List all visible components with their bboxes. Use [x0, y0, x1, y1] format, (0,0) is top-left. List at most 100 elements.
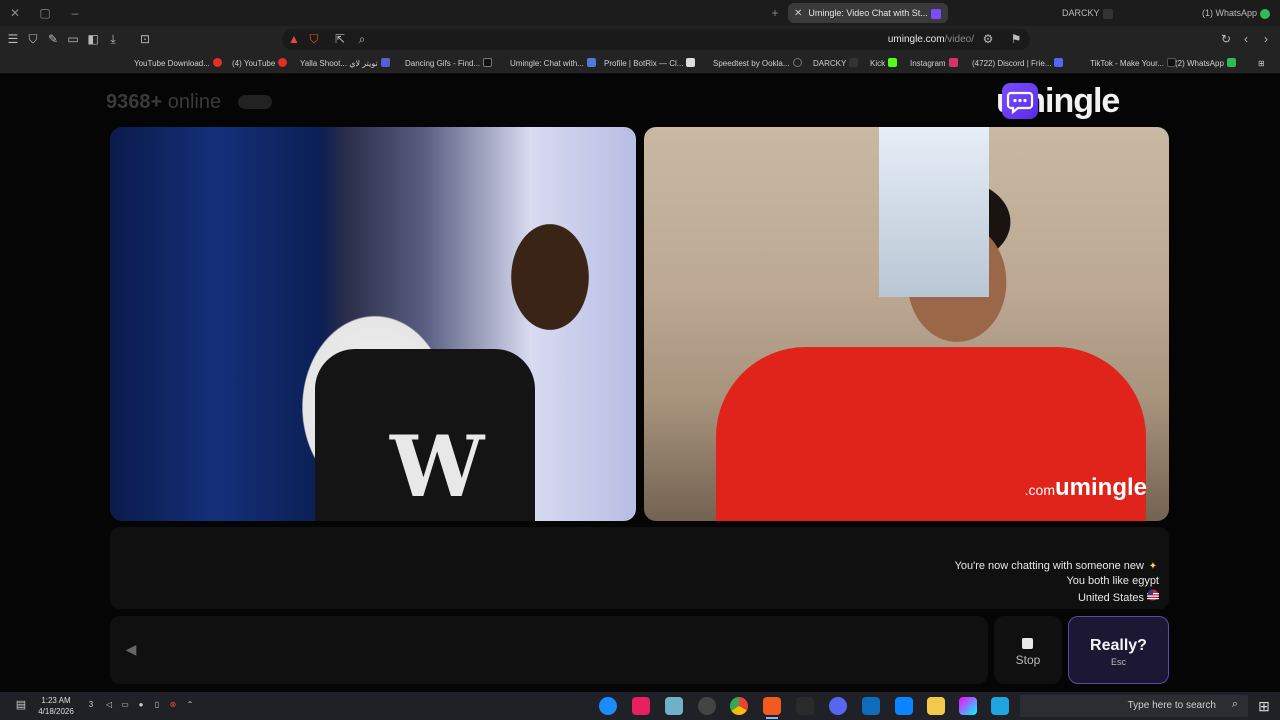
apps-icon[interactable]: ⊞	[1258, 56, 1265, 71]
shield-icon[interactable]: ⛉	[25, 31, 41, 47]
minimize-window-icon[interactable]: –	[66, 4, 84, 22]
next-label: Really?	[1090, 637, 1147, 654]
store-icon[interactable]	[895, 697, 913, 715]
chat-bubble-icon	[1002, 83, 1038, 119]
warning-icon[interactable]: ▲	[286, 31, 302, 47]
media-player-icon[interactable]	[599, 697, 617, 715]
bookmark-icon[interactable]: ⚑	[1008, 31, 1024, 47]
brave-icon[interactable]	[763, 697, 781, 719]
next-shortcut: Esc	[1110, 657, 1126, 667]
tab-darcky[interactable]: DARCKY	[1056, 3, 1116, 23]
gif-icon	[483, 58, 493, 67]
bookmark-discord[interactable]: (4722) Discord | Frie...	[972, 56, 1064, 71]
microphone-icon[interactable]: ●	[136, 700, 146, 710]
tab-umingle[interactable]: ✕ Umingle: Video Chat with St...	[788, 3, 948, 23]
audio-app-icon[interactable]	[796, 697, 814, 715]
forward-icon[interactable]: ›	[1258, 31, 1274, 47]
close-tab-icon[interactable]: ✕	[794, 4, 802, 23]
youtube-icon	[278, 58, 288, 67]
edge-icon[interactable]	[991, 697, 1009, 715]
tab-label: Umingle: Video Chat with St...	[808, 8, 928, 18]
tab-label: DARCKY	[1062, 8, 1100, 18]
discord-icon[interactable]	[829, 697, 847, 715]
downloads-icon[interactable]: ⤓	[105, 31, 121, 47]
blocked-icon[interactable]: ⊗	[168, 700, 178, 710]
watermark-text: umingle	[1054, 474, 1147, 501]
notifications-icon[interactable]: ▤	[14, 698, 28, 712]
maximize-window-icon[interactable]: ▢	[36, 4, 54, 22]
brave-shield-icon[interactable]: ⛉	[306, 31, 322, 47]
tab-whatsapp[interactable]: (1) WhatsApp	[1196, 3, 1280, 23]
next-button[interactable]: Really? Esc	[1068, 616, 1169, 684]
screenshot-icon[interactable]: ⊡	[137, 31, 153, 47]
speedtest-app-icon[interactable]	[698, 697, 716, 715]
us-flag-icon	[1147, 589, 1159, 606]
clock-date: 4/18/2026	[38, 707, 74, 716]
bookmark-kick[interactable]: Kick	[870, 56, 898, 71]
network-icon[interactable]: ▭	[120, 700, 130, 710]
umingle-icon	[586, 58, 596, 67]
darcky-icon	[849, 58, 859, 67]
file-explorer-icon[interactable]	[927, 697, 945, 715]
bookmark-whatsapp[interactable]: (2) WhatsApp	[1175, 56, 1236, 71]
bookmark-youtube-4[interactable]: (4) YouTube	[232, 56, 288, 71]
copilot-icon[interactable]	[959, 697, 977, 715]
online-toggle[interactable]	[238, 95, 272, 109]
umingle-favicon-icon	[930, 8, 941, 19]
url-host: umingle.com	[887, 34, 945, 45]
discord-icon	[1054, 58, 1064, 67]
send-icon[interactable]: ◀	[122, 640, 140, 658]
mail-icon[interactable]	[862, 697, 880, 715]
tab-strip: ✕ ▢ – ✕ Umingle: Video Chat with St... + …	[0, 0, 1280, 26]
zoom-icon[interactable]: ⌕	[354, 31, 370, 47]
new-tab-button[interactable]: +	[766, 4, 784, 22]
stranger-video: .comumingle	[644, 127, 1169, 521]
notification-count: 3	[88, 700, 94, 709]
search-icon: ⌕	[1231, 698, 1238, 710]
show-hidden-icons[interactable]: ⌃	[185, 700, 195, 710]
tab-search-icon[interactable]: ▭	[65, 31, 81, 47]
bookmark-umingle[interactable]: Umingle: Chat with...	[510, 56, 596, 71]
bookmark-botrix[interactable]: Profile | BotRix — Cl...	[604, 56, 696, 71]
extensions-icon[interactable]: ✎	[45, 31, 61, 47]
chat-log: You're now chatting with someone new ✦ Yo…	[110, 527, 1169, 609]
clock-time: 1:23 AM	[41, 696, 71, 705]
clock[interactable]: 1:23 AM 4/18/2026	[34, 695, 78, 717]
site-settings-icon[interactable]: ⚙	[980, 31, 996, 47]
menu-icon[interactable]: ☰	[5, 31, 21, 47]
taskbar: ▤ 1:23 AM 4/18/2026 3 ◁ ▭ ● ▯ ⊗ ⌃ Type h…	[0, 692, 1280, 720]
watermark-tld: .com	[1024, 482, 1055, 498]
umingle-page: 9368+ online umingle W .comumingle You'r…	[0, 75, 1280, 692]
taskbar-search[interactable]: Type here to search ⌕	[1020, 695, 1248, 717]
start-icon[interactable]: ⊞	[1255, 697, 1273, 715]
youtube-download-icon	[212, 58, 222, 67]
capcut-icon[interactable]	[632, 697, 650, 715]
stop-button[interactable]: Stop	[994, 616, 1062, 684]
bookmark-speedtest[interactable]: Speedtest by Ookla...	[713, 56, 802, 71]
umingle-watermark: .comumingle	[1025, 475, 1147, 503]
chrome-icon[interactable]	[730, 697, 748, 715]
kick-icon	[888, 58, 898, 67]
bookmark-instagram[interactable]: Instagram	[910, 56, 958, 71]
bookmark-youtube-download[interactable]: YouTube Download...	[134, 56, 222, 71]
bookmark-dancing-gifs[interactable]: Dancing Gifs - Find...	[405, 56, 493, 71]
notes-icon[interactable]	[665, 697, 683, 715]
system-message: United States	[1078, 589, 1159, 606]
sidebar-icon[interactable]: ◧	[85, 31, 101, 47]
bookmark-yalla-shoot[interactable]: Yalla Shoot... تويتر لاي	[300, 56, 390, 71]
back-icon[interactable]: ‹	[1238, 31, 1254, 47]
stop-label: Stop	[1015, 653, 1041, 667]
address-bar[interactable]: ▲ ⛉ ⇱ ⌕ umingle.com/video/ ⚙ ⚑	[282, 29, 1030, 50]
system-message: You're now chatting with someone new ✦	[954, 560, 1158, 572]
bookmark-tiktok[interactable]: TikTok - Make Your...	[1090, 56, 1176, 71]
close-window-icon[interactable]: ✕	[6, 4, 24, 22]
bookmark-darcky[interactable]: DARCKY	[813, 56, 859, 71]
reload-icon[interactable]: ↻	[1218, 31, 1234, 47]
share-icon[interactable]: ⇱	[332, 31, 348, 47]
message-input[interactable]: ◀	[110, 616, 988, 684]
whatsapp-icon	[1226, 58, 1236, 67]
speaker-icon[interactable]: ◁	[104, 700, 114, 710]
online-label: online	[167, 91, 222, 113]
online-count: 9368+	[106, 91, 163, 113]
battery-icon[interactable]: ▯	[152, 700, 162, 710]
